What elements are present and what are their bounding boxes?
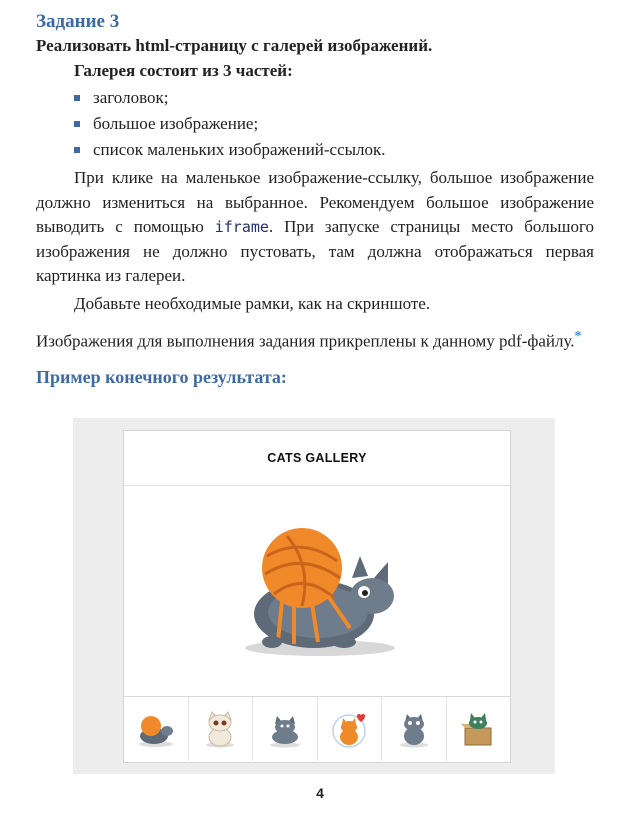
gallery-main-image xyxy=(124,486,510,697)
bullet-icon xyxy=(74,121,80,127)
paragraph-attachments: Изображения для выполнения задания прикр… xyxy=(36,329,582,351)
cat-in-box-icon xyxy=(461,713,492,746)
bullet-icon xyxy=(74,147,80,153)
list-item: заголовок; xyxy=(74,85,594,111)
task-subheading: Реализовать html-страницу с галерей изоб… xyxy=(36,36,433,55)
document-page: Задание 3 Реализовать html-страницу с га… xyxy=(36,10,594,388)
orange-cat-with-heart-icon xyxy=(332,714,366,748)
thumbnail-orange-cat-with-heart[interactable] xyxy=(318,697,382,761)
paragraph-borders: Добавьте необходимые рамки, как на скрин… xyxy=(74,293,431,313)
task-heading: Задание 3 xyxy=(36,11,120,32)
thumbnail-white-cat[interactable] xyxy=(189,697,253,761)
thumbnail-cat-in-box[interactable] xyxy=(447,697,511,761)
grey-cat-sitting-icon xyxy=(269,716,300,748)
thumbnail-grey-cat-sitting[interactable] xyxy=(253,697,318,761)
gallery-title: CATS GALLERY xyxy=(124,431,510,486)
example-screenshot: CATS GALLERY xyxy=(73,418,555,774)
list-item: большое изображение; xyxy=(74,111,594,137)
gallery-frame: CATS GALLERY xyxy=(123,430,511,763)
cat-with-yarn-icon xyxy=(245,528,395,656)
footnote-asterisk[interactable]: * xyxy=(575,329,582,344)
paragraph-click-behavior: При клике на маленькое изображение-ссылк… xyxy=(36,168,595,285)
white-cat-icon xyxy=(206,711,235,748)
parts-title: Галерея состоит из 3 частей: xyxy=(74,61,293,80)
grey-cat-standing-icon xyxy=(399,714,428,748)
cat-with-yarn-icon xyxy=(138,716,173,747)
list-item: список маленьких изображений-ссылок. xyxy=(74,137,594,163)
thumbnail-strip xyxy=(124,697,510,761)
page-number: 4 xyxy=(316,785,324,801)
bullet-icon xyxy=(74,95,80,101)
iframe-code: iframe xyxy=(214,218,269,236)
thumbnail-grey-cat-standing[interactable] xyxy=(382,697,447,761)
thumbnail-cat-with-yarn[interactable] xyxy=(124,697,189,761)
parts-list: заголовок; большое изображение; список м… xyxy=(36,85,594,163)
example-heading: Пример конечного результата: xyxy=(36,367,287,388)
